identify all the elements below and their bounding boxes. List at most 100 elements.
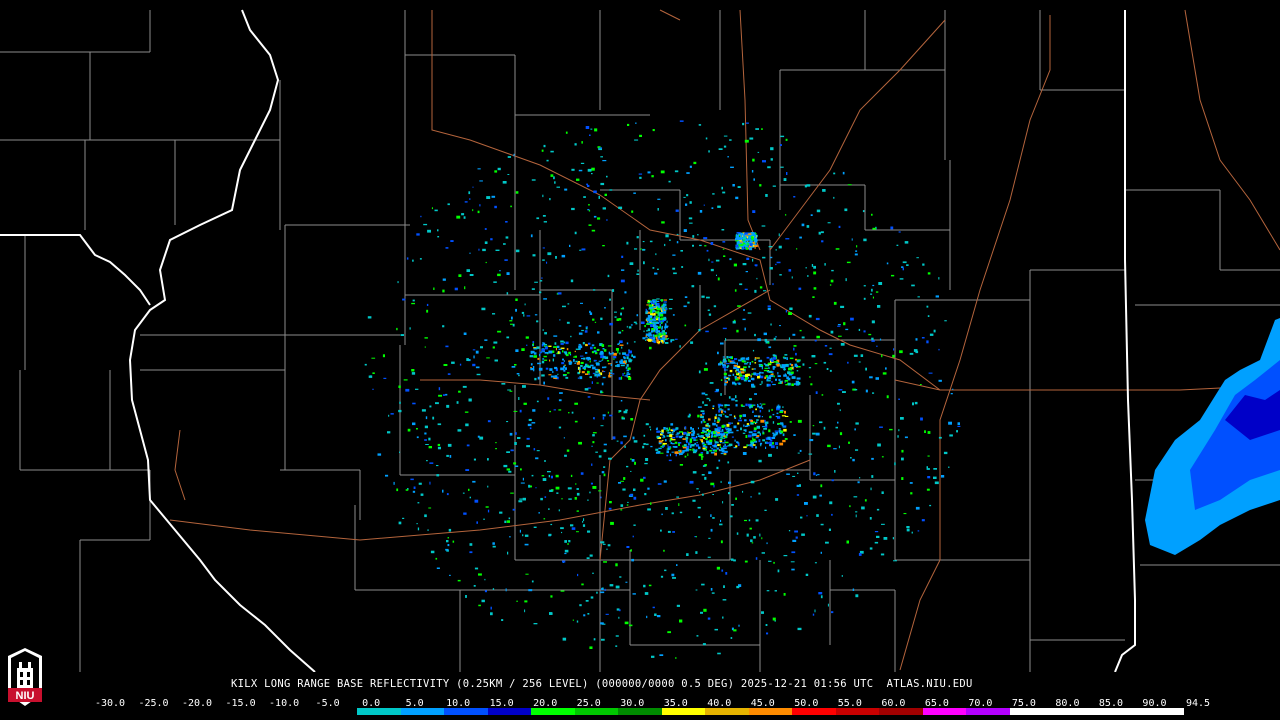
echo-cluster-speck <box>752 438 756 442</box>
echo-cluster-speck <box>735 369 737 373</box>
echo-cluster-speck <box>711 435 713 438</box>
echo-speck <box>881 491 884 494</box>
echo-speck <box>844 208 848 212</box>
echo-cluster-speck <box>675 435 679 438</box>
echo-speck <box>387 431 391 434</box>
echo-cluster-speck <box>731 360 735 362</box>
echo-speck <box>758 459 762 463</box>
echo-cluster-speck <box>556 345 560 348</box>
echo-cluster-speck <box>657 312 662 314</box>
echo-speck <box>911 531 913 534</box>
echo-speck <box>750 496 752 498</box>
echo-speck <box>818 592 823 595</box>
echo-speck <box>720 342 724 345</box>
echo-cluster-speck <box>654 319 657 321</box>
echo-speck <box>760 445 762 447</box>
echo-cluster-speck <box>773 361 778 363</box>
echo-speck <box>710 242 714 245</box>
echo-speck <box>626 465 629 468</box>
echo-speck <box>424 514 427 518</box>
echo-speck <box>686 194 689 197</box>
echo-speck <box>522 497 526 501</box>
echo-cluster-speck <box>713 448 716 451</box>
echo-speck <box>948 421 952 425</box>
echo-cluster-speck <box>648 338 652 342</box>
echo-speck <box>806 515 808 517</box>
echo-cluster-speck <box>655 336 658 340</box>
echo-cluster-speck <box>650 324 653 327</box>
echo-speck <box>437 229 439 232</box>
echo-speck <box>554 181 556 184</box>
echo-speck <box>827 444 831 448</box>
echo-speck <box>757 338 761 342</box>
echo-speck <box>702 401 704 404</box>
echo-cluster-speck <box>724 431 729 434</box>
echo-speck <box>815 391 818 394</box>
echo-cluster-speck <box>748 365 751 368</box>
echo-cluster-speck <box>582 342 585 345</box>
echo-speck <box>761 552 765 554</box>
echo-cluster-speck <box>743 366 747 369</box>
echo-speck <box>770 147 774 151</box>
colorbar-segment <box>444 708 488 715</box>
echo-speck <box>664 342 669 344</box>
echo-speck <box>654 613 657 616</box>
echo-cluster-speck <box>700 420 703 424</box>
echo-cluster-speck <box>776 446 778 449</box>
echo-speck <box>624 445 626 448</box>
echo-speck <box>735 399 738 402</box>
echo-speck <box>911 284 915 287</box>
echo-cluster-speck <box>664 439 667 442</box>
echo-speck <box>595 451 598 453</box>
echo-speck <box>528 418 532 421</box>
echo-speck <box>515 298 518 301</box>
echo-speck <box>733 629 737 632</box>
echo-cluster-speck <box>755 422 757 424</box>
echo-speck <box>564 454 567 457</box>
echo-cluster-speck <box>765 446 767 449</box>
echo-speck <box>566 449 570 452</box>
echo-speck <box>400 334 404 336</box>
echo-speck <box>710 268 714 272</box>
echo-speck <box>660 575 664 578</box>
echo-speck <box>783 593 786 596</box>
echo-speck <box>463 332 467 335</box>
echo-speck <box>574 420 578 423</box>
echo-cluster-speck <box>741 357 745 360</box>
echo-speck <box>398 385 401 388</box>
echo-cluster-speck <box>764 376 766 379</box>
echo-speck <box>495 448 497 450</box>
echo-cluster-speck <box>542 342 544 345</box>
echo-speck <box>828 353 833 356</box>
echo-speck <box>899 278 904 280</box>
echo-speck <box>770 323 772 326</box>
echo-cluster-speck <box>745 435 748 438</box>
echo-speck <box>705 330 709 333</box>
echo-speck <box>603 561 607 563</box>
echo-cluster-speck <box>727 408 730 411</box>
echo-speck <box>704 476 707 480</box>
echo-cluster-speck <box>564 367 567 370</box>
echo-speck <box>402 517 405 519</box>
echo-speck <box>542 215 546 217</box>
echo-speck <box>705 393 708 396</box>
echo-speck <box>618 206 623 209</box>
echo-speck <box>478 248 480 251</box>
echo-speck <box>436 474 440 477</box>
echo-speck <box>769 267 773 270</box>
echo-speck <box>431 207 433 210</box>
echo-speck <box>759 286 763 289</box>
echo-speck <box>795 536 798 539</box>
echo-speck <box>632 436 635 440</box>
echo-speck <box>535 487 537 489</box>
echo-speck <box>876 345 878 347</box>
echo-speck <box>785 238 790 240</box>
echo-speck <box>943 451 948 455</box>
echo-speck <box>652 606 655 609</box>
echo-speck <box>758 492 761 495</box>
echo-speck <box>956 430 958 433</box>
echo-speck <box>755 519 759 522</box>
echo-cluster-speck <box>702 418 704 421</box>
echo-speck <box>793 347 795 351</box>
echo-speck <box>469 274 474 276</box>
